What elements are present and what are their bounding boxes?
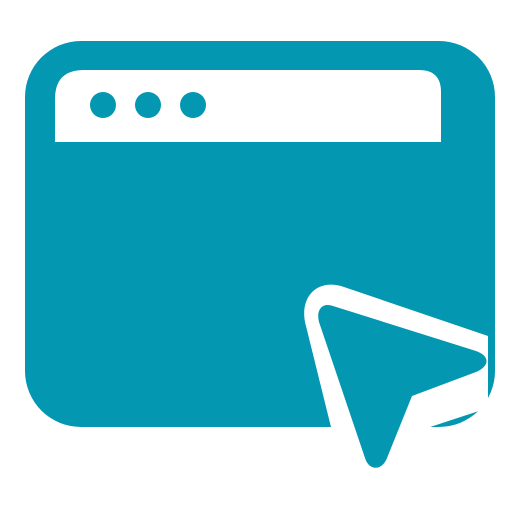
browser-window-click-icon bbox=[25, 41, 495, 512]
window-dot-icon bbox=[180, 92, 206, 118]
icon-canvas bbox=[0, 0, 512, 512]
window-dot-icon bbox=[135, 92, 161, 118]
window-dot-icon bbox=[90, 92, 116, 118]
